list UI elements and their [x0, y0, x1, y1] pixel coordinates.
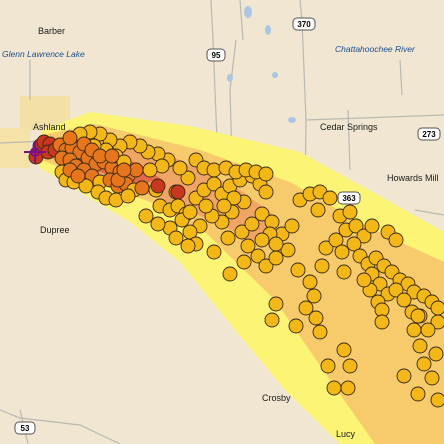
report-marker[interactable]: [254, 232, 270, 248]
report-marker[interactable]: [150, 216, 166, 232]
water-label-chattahoochee-river: Chattahoochee River: [335, 44, 416, 54]
report-marker[interactable]: [342, 358, 358, 374]
report-marker[interactable]: [420, 322, 436, 338]
report-marker[interactable]: [416, 356, 432, 372]
report-marker[interactable]: [138, 208, 154, 224]
report-marker[interactable]: [222, 266, 238, 282]
report-marker[interactable]: [410, 308, 426, 324]
report-marker[interactable]: [306, 288, 322, 304]
ashland-town-area-2: [0, 128, 30, 168]
place-label-ashland: Ashland: [33, 122, 66, 132]
report-marker[interactable]: [326, 380, 342, 396]
report-marker[interactable]: [258, 166, 274, 182]
report-marker[interactable]: [206, 244, 222, 260]
report-marker[interactable]: [198, 198, 214, 214]
report-marker[interactable]: [302, 274, 318, 290]
route-label-53: 53: [21, 424, 30, 433]
report-marker[interactable]: [290, 262, 306, 278]
pond: [227, 74, 233, 82]
report-marker[interactable]: [236, 254, 252, 270]
report-marker[interactable]: [172, 160, 188, 176]
report-marker[interactable]: [220, 230, 236, 246]
report-marker[interactable]: [268, 296, 284, 312]
report-marker[interactable]: [288, 318, 304, 334]
report-marker[interactable]: [430, 300, 444, 316]
report-marker[interactable]: [396, 292, 412, 308]
report-marker[interactable]: [104, 148, 120, 164]
place-label-cedar-springs: Cedar Springs: [320, 122, 378, 132]
report-marker[interactable]: [342, 204, 358, 220]
place-label-barber: Barber: [38, 26, 65, 36]
place-label-crosby: Crosby: [262, 393, 291, 403]
route-label-95: 95: [212, 51, 221, 60]
report-marker[interactable]: [322, 190, 338, 206]
report-marker[interactable]: [268, 250, 284, 266]
water-label-glenn-lawrence-lake: Glenn Lawrence Lake: [2, 49, 85, 59]
map-view[interactable]: Barber Dupree Cedar Springs Howards Mill…: [0, 0, 444, 444]
map-canvas[interactable]: Barber Dupree Cedar Springs Howards Mill…: [0, 0, 444, 444]
report-marker[interactable]: [116, 162, 132, 178]
report-marker[interactable]: [336, 264, 352, 280]
report-marker[interactable]: [264, 312, 280, 328]
report-marker[interactable]: [424, 370, 440, 386]
report-marker[interactable]: [284, 218, 300, 234]
report-marker[interactable]: [134, 180, 150, 196]
place-label-dupree: Dupree: [40, 225, 70, 235]
report-marker[interactable]: [336, 342, 352, 358]
route-label-370: 370: [297, 20, 311, 29]
route-shield-370: 370: [292, 17, 316, 31]
pond: [272, 72, 278, 78]
route-label-273: 273: [422, 130, 436, 139]
report-marker[interactable]: [406, 322, 422, 338]
report-marker[interactable]: [70, 168, 86, 184]
route-shield-273: 273: [417, 127, 441, 141]
report-marker[interactable]: [310, 202, 326, 218]
route-shield-363: 363: [337, 191, 361, 205]
report-marker[interactable]: [182, 204, 198, 220]
report-marker[interactable]: [170, 184, 186, 200]
report-marker[interactable]: [258, 184, 274, 200]
pond: [244, 6, 252, 18]
route-label-363: 363: [342, 194, 356, 203]
report-marker[interactable]: [142, 162, 158, 178]
report-marker[interactable]: [150, 178, 166, 194]
report-marker[interactable]: [312, 324, 328, 340]
report-marker[interactable]: [308, 310, 324, 326]
report-marker[interactable]: [340, 380, 356, 396]
report-marker[interactable]: [410, 386, 426, 402]
report-marker[interactable]: [62, 130, 78, 146]
report-marker[interactable]: [180, 238, 196, 254]
report-marker[interactable]: [388, 232, 404, 248]
route-shield-53: 53: [14, 421, 36, 435]
pond: [288, 117, 296, 123]
report-marker[interactable]: [120, 188, 136, 204]
report-marker[interactable]: [216, 198, 232, 214]
report-marker[interactable]: [334, 244, 350, 260]
report-marker[interactable]: [314, 258, 330, 274]
report-marker[interactable]: [428, 346, 444, 362]
pond: [265, 25, 271, 35]
report-marker[interactable]: [168, 230, 184, 246]
report-marker[interactable]: [356, 272, 372, 288]
report-marker[interactable]: [364, 218, 380, 234]
report-marker[interactable]: [412, 338, 428, 354]
report-marker[interactable]: [320, 358, 336, 374]
place-label-howards-mill: Howards Mill: [387, 173, 439, 183]
route-shield-95: 95: [206, 48, 226, 62]
place-label-lucy: Lucy: [336, 429, 356, 439]
report-marker[interactable]: [268, 236, 284, 252]
report-marker[interactable]: [396, 368, 412, 384]
report-marker[interactable]: [374, 314, 390, 330]
report-marker[interactable]: [430, 392, 444, 408]
